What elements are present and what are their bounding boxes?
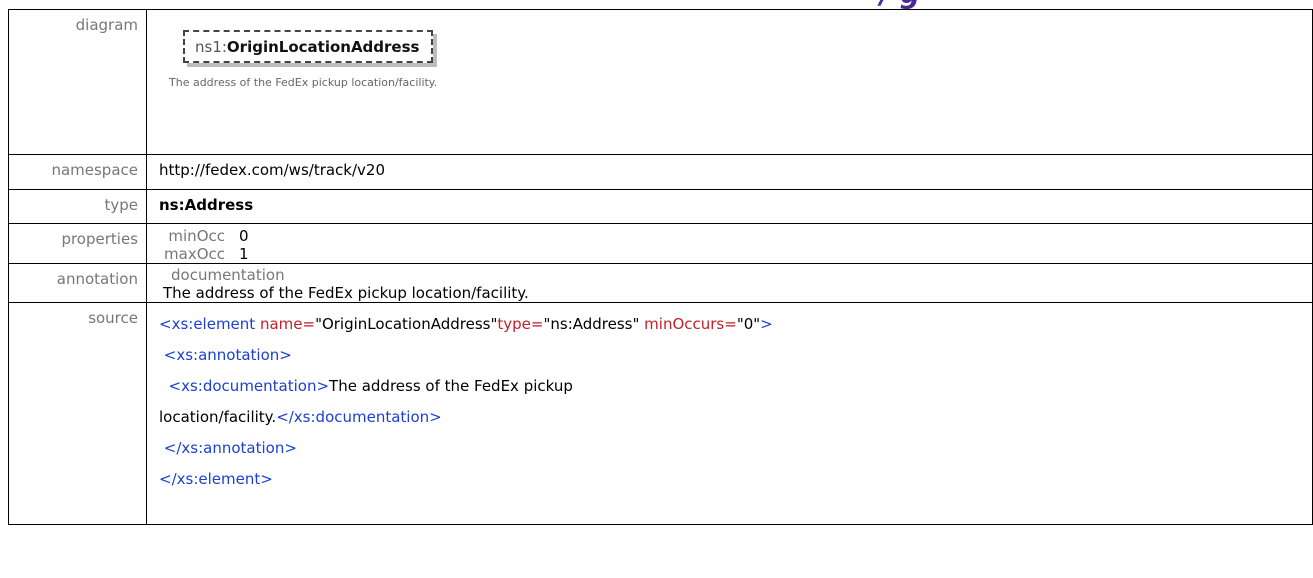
properties-grid: minOcc 0 maxOcc 1 (159, 227, 1312, 263)
prop-value: 1 (239, 245, 249, 263)
source-line: <xs:annotation> (159, 340, 1312, 371)
prop-key: maxOcc (164, 245, 225, 263)
annotation-cell: documentation The address of the FedEx p… (146, 263, 1313, 303)
prop-value: 0 (239, 227, 249, 245)
row-label: namespace (8, 154, 147, 190)
row-label: source (8, 302, 147, 525)
row-properties: properties minOcc 0 maxOcc 1 (8, 223, 1313, 264)
diagram-node-doc: The address of the FedEx pickup location… (169, 76, 438, 89)
properties-cell: minOcc 0 maxOcc 1 (146, 223, 1313, 264)
diagram-node-group[interactable]: ns1:OriginLocationAddress (183, 30, 434, 63)
source-line: </xs:element> (159, 464, 1312, 495)
type-link[interactable]: ns:Address (159, 196, 253, 214)
row-source: source <xs:element name="OriginLocationA… (8, 302, 1313, 525)
row-label: annotation (8, 263, 147, 303)
banner-text-fragment: / g (880, 0, 920, 9)
row-label: diagram (8, 9, 147, 155)
tag-close: </xs:element> (159, 470, 273, 488)
type-value: ns:Address (146, 189, 1313, 224)
attr-name: minOccurs= (639, 315, 737, 333)
tag-open: <xs:annotation> (163, 346, 292, 364)
prop-key: minOcc (168, 227, 225, 245)
row-annotation: annotation documentation The address of … (8, 263, 1313, 303)
row-diagram: diagram ns1:OriginLocationAddress The ad… (8, 9, 1313, 155)
tag-close: </xs:annotation> (163, 439, 297, 457)
diagram-node[interactable]: ns1:OriginLocationAddress (183, 30, 434, 63)
attr-value: "ns:Address" (543, 315, 640, 333)
node-prefix: ns1: (195, 38, 227, 56)
row-namespace: namespace http://fedex.com/ws/track/v20 (8, 154, 1313, 190)
top-banner: / g (0, 0, 1313, 9)
tag-close: > (760, 315, 773, 333)
tag-close: </xs:documentation> (276, 408, 442, 426)
row-type: type ns:Address (8, 189, 1313, 224)
diagram-cell: ns1:OriginLocationAddress The address of… (146, 9, 1313, 155)
source-line: </xs:annotation> (159, 433, 1312, 464)
source-line: <xs:element name="OriginLocationAddress"… (159, 309, 1312, 340)
annotation-sublabel: documentation (171, 266, 285, 284)
source-line: <xs:documentation>The address of the Fed… (159, 371, 1312, 402)
attr-value: "0" (736, 315, 761, 333)
source-text: The address of the FedEx pickup (329, 377, 573, 395)
source-line: location/facility.</xs:documentation> (159, 402, 1312, 433)
annotation-text: The address of the FedEx pickup location… (163, 284, 529, 302)
source-text: location/facility. (159, 408, 277, 426)
attr-value: "OriginLocationAddress" (315, 315, 498, 333)
tag-open: <xs:documentation> (168, 377, 330, 395)
attr-name: name= (255, 315, 316, 333)
tag-open: <xs:element (159, 315, 256, 333)
row-label: type (8, 189, 147, 224)
node-name: OriginLocationAddress (226, 38, 420, 56)
element-doc-table: diagram ns1:OriginLocationAddress The ad… (8, 9, 1313, 525)
namespace-value: http://fedex.com/ws/track/v20 (146, 154, 1313, 190)
attr-name: type= (497, 315, 544, 333)
source-code: <xs:element name="OriginLocationAddress"… (146, 302, 1313, 525)
row-label: properties (8, 223, 147, 264)
